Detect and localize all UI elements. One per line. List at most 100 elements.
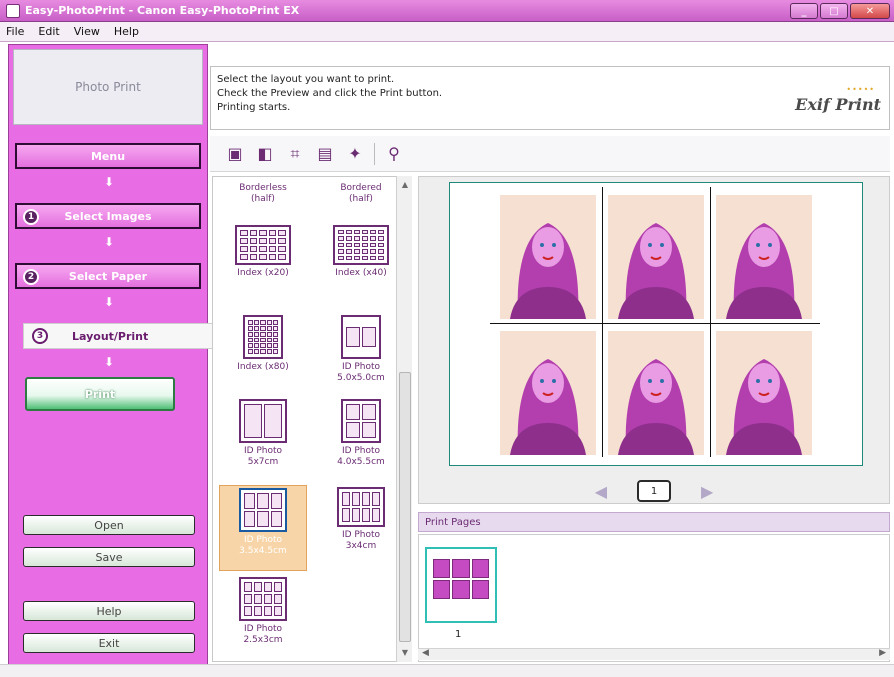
pages-scrollbar[interactable]: ◀ ▶: [418, 648, 890, 660]
previous-page-icon[interactable]: ◀: [595, 482, 607, 501]
frame-icon[interactable]: ▤: [314, 143, 336, 165]
layout-thumbnail: [243, 315, 283, 359]
page-thumbnail[interactable]: [425, 547, 497, 623]
date-settings-icon[interactable]: ✦: [344, 143, 366, 165]
step-number-2: 2: [23, 269, 39, 285]
exit-button[interactable]: Exit: [23, 633, 195, 653]
layout-option[interactable]: ID Photo 5x7cm: [219, 399, 307, 468]
select-images-step-button[interactable]: 1 Select Images: [15, 203, 201, 229]
layout-label: Index (x40): [335, 268, 387, 278]
scroll-down-icon[interactable]: ▼: [400, 648, 410, 658]
layout-option[interactable]: ID Photo 5.0x5.0cm: [317, 315, 405, 384]
layout-option[interactable]: ID Photo 4.0x5.5cm: [317, 399, 405, 468]
preview-page: [449, 182, 863, 466]
page-thumbnail-number: 1: [455, 629, 462, 640]
down-arrow-icon: ⬇: [103, 295, 115, 309]
maximize-button[interactable]: □: [820, 3, 848, 19]
print-pages-strip: 1: [418, 534, 890, 662]
layout-label: ID Photo: [243, 624, 283, 634]
layout-label: ID Photo: [243, 446, 283, 456]
next-page-icon[interactable]: ▶: [701, 482, 713, 501]
thumbnail-photos: [433, 559, 489, 599]
layout-sublabel: 3x4cm: [345, 541, 377, 551]
title-bar: Easy-PhotoPrint - Canon Easy-PhotoPrint …: [0, 0, 894, 22]
layout-label: Index (x80): [237, 362, 289, 372]
menu-view[interactable]: View: [74, 25, 100, 38]
layout-option[interactable]: Borderless (half): [219, 183, 307, 205]
print-preview: [418, 176, 890, 504]
down-arrow-icon: ⬇: [103, 235, 115, 249]
layout-thumbnail: [333, 225, 389, 265]
print-button[interactable]: Print: [25, 377, 175, 411]
page-number[interactable]: 1: [637, 480, 671, 502]
menu-bar: File Edit View Help: [0, 22, 894, 42]
brand-dots: •••••: [846, 85, 875, 94]
image-correct-icon[interactable]: ▣: [224, 143, 246, 165]
layout-list: Borderless (half) Bordered (half) Index …: [212, 176, 412, 662]
menu-step-label: Menu: [90, 149, 126, 163]
scroll-up-icon[interactable]: ▲: [400, 180, 410, 190]
minimize-button[interactable]: _: [790, 3, 818, 19]
menu-edit[interactable]: Edit: [38, 25, 59, 38]
layout-sublabel: 3.5x4.5cm: [239, 546, 287, 556]
instruction-line: Select the layout you want to print.: [217, 74, 395, 85]
navigation-panel: Photo Print Menu ⬇ 1 Select Images ⬇ 2 S…: [8, 44, 215, 672]
select-paper-step-button[interactable]: 2 Select Paper: [15, 263, 201, 289]
exif-print-logo: Exif Print: [795, 95, 881, 114]
layout-option[interactable]: Index (x80): [219, 315, 307, 373]
id-photo[interactable]: [500, 331, 596, 455]
menu-help[interactable]: Help: [114, 25, 139, 38]
scroll-left-icon[interactable]: ◀: [422, 648, 429, 658]
id-photo[interactable]: [716, 331, 812, 455]
down-arrow-icon: ⬇: [103, 175, 115, 189]
status-bar: [0, 664, 894, 677]
layout-option[interactable]: ID Photo 2.5x3cm: [219, 577, 307, 646]
layout-print-step-button[interactable]: 3 Layout/Print: [23, 323, 215, 349]
layout-thumbnail: [235, 225, 291, 265]
layout-sublabel: 2.5x3cm: [243, 635, 283, 645]
id-photo[interactable]: [716, 195, 812, 319]
print-pages-header: Print Pages: [418, 512, 890, 532]
layout-thumbnail: [341, 399, 381, 443]
open-button[interactable]: Open: [23, 515, 195, 535]
mode-title: Photo Print: [13, 49, 203, 125]
id-photo[interactable]: [500, 195, 596, 319]
menu-file[interactable]: File: [6, 25, 24, 38]
layout-thumbnail: [239, 399, 287, 443]
layout-thumbnail: [239, 488, 287, 532]
layout-option[interactable]: Bordered (half): [317, 183, 405, 205]
instruction-line: Printing starts.: [217, 102, 291, 113]
page-setup-icon[interactable]: ◧: [254, 143, 276, 165]
menu-step-button[interactable]: Menu: [15, 143, 201, 169]
close-button[interactable]: ✕: [850, 3, 890, 19]
layout-option[interactable]: Index (x40): [317, 225, 405, 279]
step-number-1: 1: [23, 209, 39, 225]
layout-thumbnail: [337, 487, 385, 527]
layout-list-scrollbar[interactable]: ▲ ▼: [396, 176, 412, 662]
layout-label: ID Photo: [243, 535, 283, 545]
layout-option[interactable]: Index (x20): [219, 225, 307, 279]
layout-label: Borderless: [239, 183, 287, 193]
layout-option-selected[interactable]: ID Photo 3.5x4.5cm: [219, 485, 307, 571]
layout-label: ID Photo: [341, 530, 381, 540]
crop-icon[interactable]: ⌗: [284, 143, 306, 165]
app-icon: [6, 3, 20, 18]
cut-line: [490, 323, 820, 324]
layout-label: Index (x20): [237, 268, 289, 278]
layout-sublabel: 4.0x5.5cm: [337, 457, 385, 467]
layout-sublabel: 5x7cm: [247, 457, 279, 467]
id-photo[interactable]: [608, 195, 704, 319]
id-photo[interactable]: [608, 331, 704, 455]
scrollbar-thumb[interactable]: [399, 372, 411, 642]
instruction-panel: Select the layout you want to print. Che…: [210, 66, 890, 130]
scroll-right-icon[interactable]: ▶: [879, 648, 886, 658]
save-button[interactable]: Save: [23, 547, 195, 567]
layout-label: ID Photo: [341, 362, 381, 372]
help-button[interactable]: Help: [23, 601, 195, 621]
zoom-icon[interactable]: ⚲: [383, 143, 405, 165]
layout-option[interactable]: ID Photo 3x4cm: [317, 487, 405, 552]
window-controls: _ □ ✕: [790, 3, 890, 19]
layout-label: Bordered: [340, 183, 382, 193]
layout-label: ID Photo: [341, 446, 381, 456]
page-navigator: ◀ 1 ▶: [418, 476, 890, 506]
